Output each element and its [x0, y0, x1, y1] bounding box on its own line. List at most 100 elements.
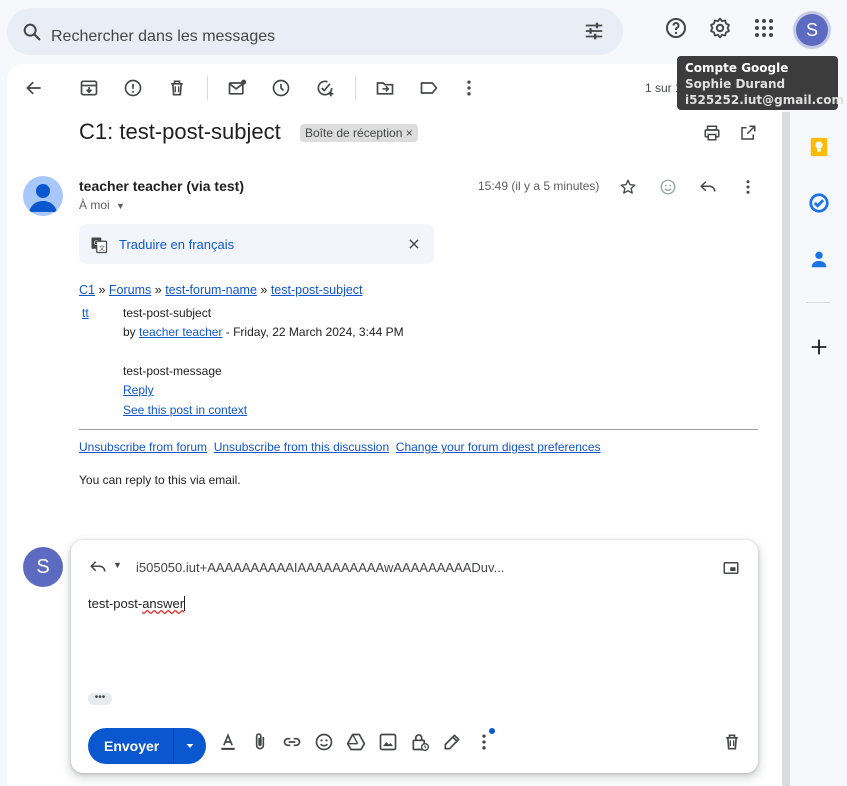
account-tooltip: Compte Google Sophie Durand i525252.iut@… [677, 56, 844, 110]
reply-arrow-icon[interactable] [699, 178, 717, 196]
reply-avatar: S [23, 547, 63, 587]
post-byline: by teacher teacher - Friday, 22 March 20… [123, 325, 404, 339]
inbox-label-chip[interactable]: Boîte de réception × [300, 124, 418, 142]
apps-grid-icon[interactable] [752, 16, 776, 40]
add-task-icon[interactable] [315, 78, 335, 98]
rail-divider [806, 302, 830, 303]
see-in-context-link[interactable]: See this post in context [123, 403, 247, 417]
reply-link[interactable]: Reply [123, 383, 154, 397]
add-plus-icon[interactable] [808, 336, 830, 358]
attach-file-icon[interactable] [250, 732, 270, 752]
reply-via-email-note: You can reply to this via email. [79, 473, 241, 487]
star-icon[interactable] [619, 178, 637, 196]
tooltip-title: Compte Google [685, 61, 789, 75]
insert-photo-icon[interactable] [378, 732, 398, 752]
breadcrumb-separator: » [154, 283, 162, 297]
breadcrumb-post-subject-link[interactable]: test-post-subject [271, 283, 363, 297]
mark-unread-icon[interactable] [227, 78, 247, 98]
translate-banner: G文 Traduire en français [79, 224, 434, 264]
message-timestamp: 15:49 (il y a 5 minutes) [478, 179, 600, 193]
scrollbar[interactable] [782, 112, 790, 786]
forum-breadcrumb: C1 » Forums » test-forum-name » test-pos… [79, 283, 363, 297]
author-link[interactable]: teacher teacher [139, 325, 222, 339]
unsubscribe-links: Unsubscribe from forum Unsubscribe from … [79, 440, 601, 454]
body-divider [79, 429, 758, 430]
more-vertical-icon[interactable] [459, 78, 479, 98]
reply-body-text: test-post- [88, 596, 143, 611]
breadcrumb-forums-link[interactable]: Forums [109, 283, 151, 297]
signature-pen-icon[interactable] [442, 732, 462, 752]
sender-display-name: teacher teacher [79, 178, 183, 194]
search-options-icon[interactable] [583, 20, 605, 42]
help-icon[interactable] [664, 16, 688, 40]
svg-text:文: 文 [99, 244, 105, 252]
reply-body-input[interactable]: test-post-answer [88, 596, 186, 611]
to-me-label: À moi [79, 198, 110, 212]
insert-link-icon[interactable] [282, 732, 302, 752]
confidential-mode-icon[interactable] [410, 732, 430, 752]
chevron-down-icon[interactable]: ▼ [116, 201, 125, 211]
reply-type-chevron-icon[interactable]: ▼ [113, 560, 122, 570]
more-options-icon[interactable] [474, 732, 494, 752]
google-drive-icon[interactable] [346, 732, 366, 752]
label-tag-icon[interactable] [419, 78, 439, 98]
search-bar[interactable]: Rechercher dans les messages [7, 8, 623, 55]
toolbar-divider [207, 76, 208, 100]
report-spam-icon[interactable] [123, 78, 143, 98]
translate-link[interactable]: Traduire en français [119, 237, 234, 252]
open-new-window-icon[interactable] [739, 124, 757, 142]
search-icon[interactable] [21, 21, 43, 43]
send-label: Envoyer [104, 738, 160, 754]
side-panel [790, 64, 847, 786]
show-trimmed-content-button[interactable]: ••• [88, 693, 112, 705]
snooze-clock-icon[interactable] [271, 78, 291, 98]
sender-avatar [23, 176, 63, 216]
recipient-field[interactable]: i505050.iut+AAAAAAAAAAIAAAAAAAAAAwAAAAAA… [136, 560, 504, 575]
popout-icon[interactable] [722, 559, 740, 577]
reply-type-icon[interactable] [89, 558, 107, 576]
notification-dot [489, 728, 495, 734]
search-input[interactable]: Rechercher dans les messages [51, 28, 275, 46]
contacts-icon[interactable] [808, 248, 830, 270]
inbox-label-text: Boîte de réception [305, 126, 403, 140]
emoji-reaction-icon[interactable] [659, 178, 677, 196]
tooltip-name: Sophie Durand [685, 77, 786, 91]
toolbar-divider [355, 76, 356, 100]
tasks-icon[interactable] [808, 192, 830, 214]
unsubscribe-discussion-link[interactable]: Unsubscribe from this discussion [214, 440, 389, 454]
recipient-summary[interactable]: À moi ▼ [79, 198, 125, 212]
unsubscribe-forum-link[interactable]: Unsubscribe from forum [79, 440, 207, 454]
tooltip-email: i525252.iut@gmail.com [685, 93, 844, 107]
post-message: test-post-message [123, 364, 222, 378]
sender-via: (via test) [186, 178, 244, 194]
move-to-folder-icon[interactable] [375, 78, 395, 98]
breadcrumb-separator: » [260, 283, 268, 297]
digest-preferences-link[interactable]: Change your forum digest preferences [396, 440, 601, 454]
sender-name[interactable]: teacher teacher (via test) [79, 178, 244, 194]
send-button[interactable]: Envoyer [88, 728, 206, 764]
keep-notes-icon[interactable] [808, 136, 830, 158]
post-date: - Friday, 22 March 2024, 3:44 PM [225, 325, 404, 339]
schedule-send-chevron-icon[interactable] [184, 740, 196, 752]
settings-gear-icon[interactable] [708, 16, 732, 40]
translate-icon: G文 [90, 236, 108, 254]
delete-trash-icon[interactable] [167, 78, 187, 98]
back-arrow-icon[interactable] [24, 78, 44, 98]
reply-composer: ▼ i505050.iut+AAAAAAAAAAIAAAAAAAAAAwAAAA… [71, 540, 758, 773]
svg-text:G: G [94, 240, 99, 247]
breadcrumb-c1-link[interactable]: C1 [79, 283, 95, 297]
discard-draft-trash-icon[interactable] [722, 732, 742, 752]
breadcrumb-forum-name-link[interactable]: test-forum-name [165, 283, 257, 297]
account-avatar[interactable]: S [796, 14, 828, 46]
message-more-icon[interactable] [739, 178, 757, 196]
text-format-icon[interactable] [218, 732, 238, 752]
email-subject: C1: test-post-subject [79, 119, 281, 144]
remove-label-button[interactable]: × [406, 126, 413, 140]
archive-icon[interactable] [79, 78, 99, 98]
author-initials-link[interactable]: tt [82, 306, 89, 320]
by-label: by [123, 325, 136, 339]
breadcrumb-separator: » [98, 283, 106, 297]
close-icon[interactable] [407, 237, 421, 251]
print-icon[interactable] [703, 124, 721, 142]
emoji-icon[interactable] [314, 732, 334, 752]
